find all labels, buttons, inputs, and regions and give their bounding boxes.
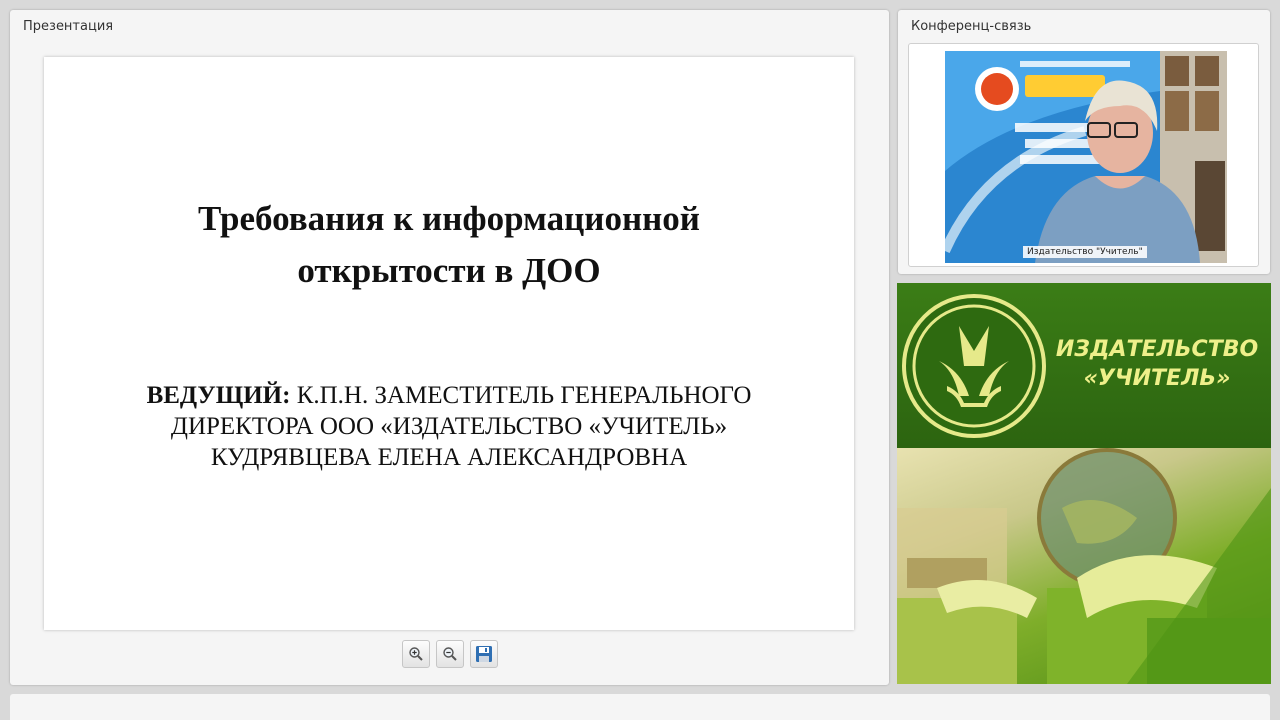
banner-bottom	[897, 448, 1271, 684]
floppy-disk-icon	[476, 646, 492, 662]
publisher-banner: ИЗДАТЕЛЬСТВО «УЧИТЕЛЬ»	[897, 283, 1271, 684]
publisher-name-line2: «УЧИТЕЛЬ»	[1083, 366, 1231, 391]
video-frame-icon	[945, 51, 1227, 263]
zoom-in-button[interactable]	[402, 640, 430, 668]
presentation-panel-title: Презентация	[23, 19, 114, 34]
slide-presenter: ВЕДУЩИЙ: К.П.Н. ЗАМЕСТИТЕЛЬ ГЕНЕРАЛЬНОГО…	[44, 380, 854, 473]
participant-video[interactable]: Издательство "Учитель"	[945, 51, 1227, 263]
books-globe-illustration-icon	[897, 448, 1271, 684]
bottom-bar	[10, 694, 1270, 720]
presenter-label: ВЕДУЩИЙ:	[146, 382, 291, 409]
slide: Требования к информационной открытости в…	[44, 57, 854, 630]
zoom-out-button[interactable]	[436, 640, 464, 668]
video-container: Издательство "Учитель"	[908, 43, 1259, 267]
save-button[interactable]	[470, 640, 498, 668]
conference-panel-title: Конференц-связь	[911, 19, 1032, 34]
slide-title: Требования к информационной открытости в…	[198, 199, 700, 290]
participant-label: Издательство "Учитель"	[1023, 246, 1147, 258]
conference-panel: Конференц-связь Издательство "Учитель"	[898, 10, 1270, 274]
publisher-logo-icon	[902, 294, 1046, 438]
zoom-in-icon	[409, 647, 423, 661]
presentation-panel: Презентация Требования к информационной …	[10, 10, 889, 685]
zoom-out-icon	[443, 647, 457, 661]
publisher-name: ИЗДАТЕЛЬСТВО «УЧИТЕЛЬ»	[1047, 335, 1267, 393]
publisher-name-line1: ИЗДАТЕЛЬСТВО	[1055, 337, 1259, 362]
slide-toolbar	[402, 640, 498, 668]
